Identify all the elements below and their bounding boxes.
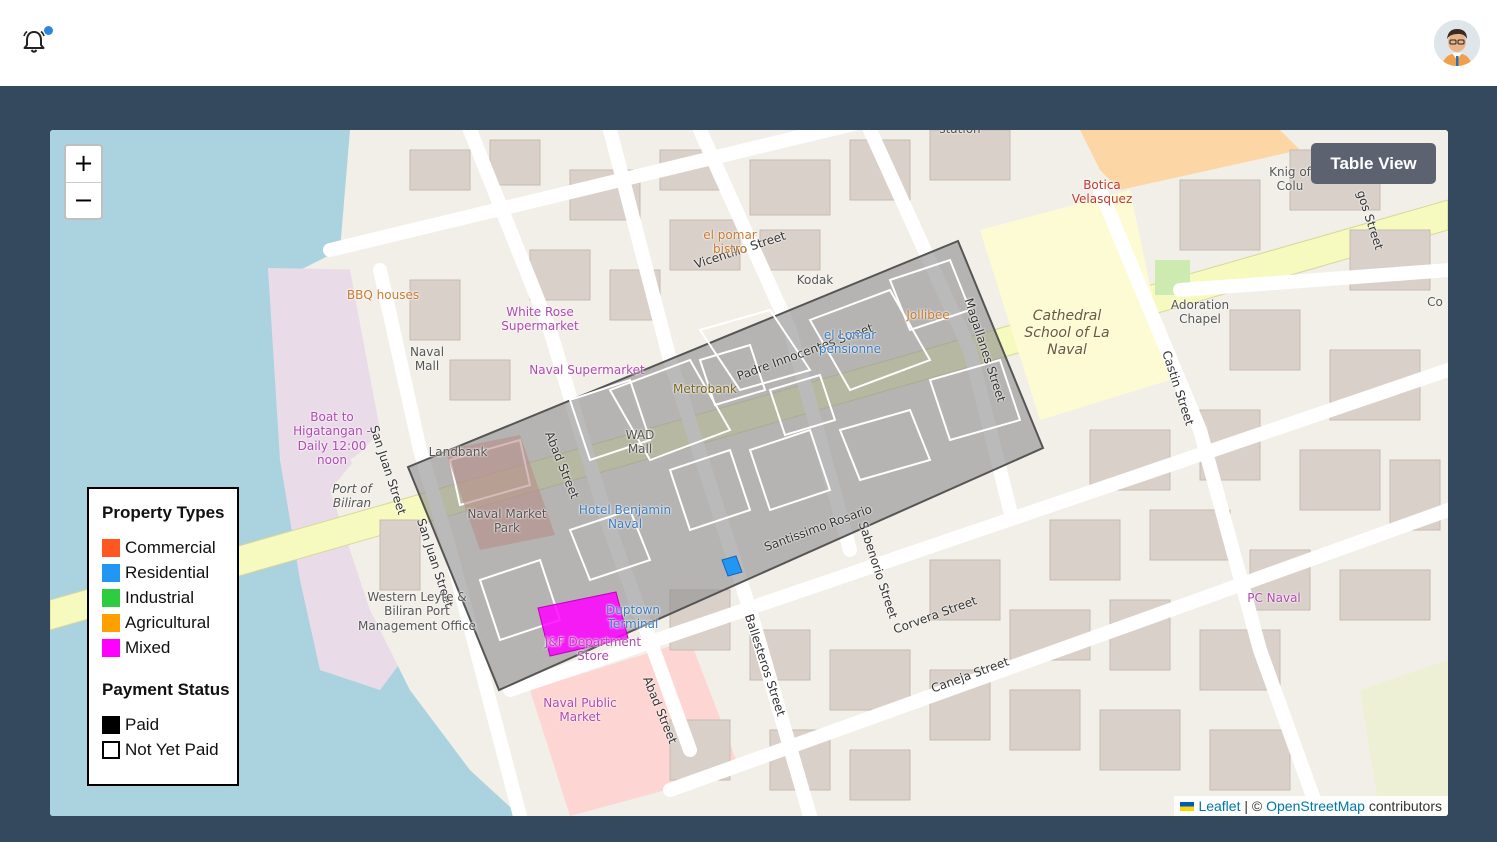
legend-label: Industrial — [125, 587, 194, 607]
legend-item-not-yet-paid: Not Yet Paid — [102, 737, 237, 762]
legend-label: Paid — [125, 714, 160, 734]
user-avatar[interactable] — [1434, 20, 1480, 66]
map-attribution: Leaflet | © OpenStreetMap contributors — [1174, 796, 1448, 816]
map-legend: Property Types Commercial Residential In… — [87, 487, 239, 786]
map-tiles — [50, 130, 1448, 816]
legend-swatch — [102, 538, 120, 557]
legend-label: Mixed — [125, 637, 171, 657]
legend-item-commercial: Commercial — [102, 535, 237, 560]
property-map[interactable]: Vicentillo Street Padre Innocentes Street… — [50, 130, 1448, 816]
legend-swatch — [102, 563, 120, 582]
legend-swatch — [102, 715, 120, 734]
legend-swatch — [102, 638, 120, 657]
legend-item-paid: Paid — [102, 712, 237, 737]
legend-label: Agricultural — [125, 612, 211, 632]
zoom-control: + − — [64, 144, 103, 220]
legend-swatch — [102, 740, 120, 759]
ukraine-flag-icon — [1180, 802, 1195, 811]
osm-link[interactable]: OpenStreetMap — [1266, 798, 1365, 814]
legend-label: Not Yet Paid — [125, 739, 219, 759]
table-view-button[interactable]: Table View — [1311, 143, 1436, 184]
attribution-separator: | © — [1240, 798, 1267, 814]
zoom-out-button[interactable]: − — [66, 182, 101, 218]
legend-swatch — [102, 588, 120, 607]
attribution-suffix: contributors — [1364, 798, 1442, 814]
top-bar — [0, 0, 1497, 86]
leaflet-link[interactable]: Leaflet — [1198, 798, 1240, 814]
legend-label: Commercial — [125, 537, 216, 557]
legend-label: Residential — [125, 562, 210, 582]
legend-item-industrial: Industrial — [102, 585, 237, 610]
legend-item-mixed: Mixed — [102, 635, 237, 660]
legend-payment-title: Payment Status — [102, 680, 230, 699]
notification-dot — [44, 26, 53, 35]
legend-item-residential: Residential — [102, 560, 237, 585]
legend-property-title: Property Types — [102, 503, 225, 522]
legend-item-agricultural: Agricultural — [102, 610, 237, 635]
legend-swatch — [102, 613, 120, 632]
zoom-in-button[interactable]: + — [66, 146, 101, 182]
